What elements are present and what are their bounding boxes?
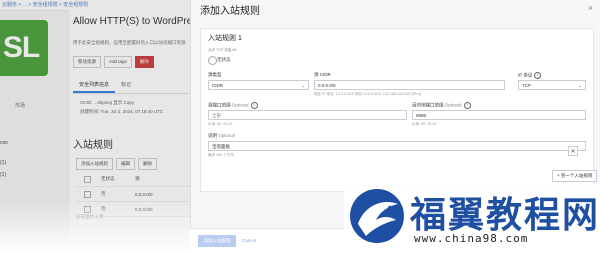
add-ingress-rules-button[interactable]: 添加入站规则	[198, 235, 236, 247]
src-port-label: 源端口范围 Optional i	[208, 102, 258, 109]
add-another-rule-button[interactable]: + 另一个入站规则	[552, 170, 598, 182]
remove-rule-button[interactable]: ✕	[568, 146, 578, 156]
description-label-text: 说明	[208, 133, 217, 138]
optional-tag: Optional	[444, 102, 462, 108]
cancel-button[interactable]: Cancel	[242, 235, 256, 247]
bird-logo-icon	[350, 189, 404, 243]
src-port-label-text: 源端口范围	[208, 102, 231, 108]
fade-overlay	[0, 200, 200, 252]
rule-title: 入站规则 1	[208, 35, 242, 42]
dst-port-input[interactable]: 9686	[412, 110, 586, 120]
watermark-url: www.china98.com	[414, 232, 529, 245]
background-page: 云服务 > ... > 安全组规则 > 安全组规则 SL 市场 ces (1) …	[0, 0, 200, 252]
description-label: 说明 Optional	[208, 133, 235, 139]
dst-port-label: 目的地端口范围 Optional i	[412, 102, 471, 109]
chevron-down-icon: ⌄	[578, 83, 582, 88]
ip-protocol-label: IP 协议 i	[518, 72, 542, 79]
src-port-hint: 示例: 80, 20-22	[208, 122, 233, 126]
ip-protocol-value: TCP	[522, 83, 531, 88]
source-cidr-input[interactable]: 0.0.0.0/0	[314, 80, 505, 90]
info-icon[interactable]: i	[250, 102, 258, 109]
source-type-select[interactable]: CIDR ⌄	[208, 80, 309, 90]
info-icon[interactable]: i	[463, 102, 471, 109]
close-icon[interactable]: ×	[586, 4, 595, 13]
info-icon[interactable]: i	[534, 72, 542, 79]
watermark-text: 福翼教程网	[410, 195, 600, 236]
source-type-label: 源类型	[208, 72, 222, 77]
dst-port-hint: 示例: 80, 20-22	[412, 122, 437, 126]
panel-title: 添加入站规则	[200, 6, 260, 17]
source-cidr-hint: 指定 IP 地址: 10.0.0.0/16 例如 10.0.0.0/16, 19…	[314, 92, 422, 96]
ip-protocol-label-text: IP 协议	[518, 72, 533, 78]
rule-hint: 允许 TCP 流量 80	[208, 48, 237, 52]
dst-port-label-text: 目的地端口范围	[412, 102, 444, 108]
watermark: 福翼教程网 www.china98.com	[344, 184, 600, 252]
description-hint: 最多 255 个字符	[208, 153, 234, 157]
stateless-toggle[interactable]	[208, 56, 217, 65]
stateless-label: 无状态	[217, 57, 231, 62]
ip-protocol-select[interactable]: TCP ⌄	[518, 80, 586, 90]
src-port-input[interactable]: 全部	[208, 110, 407, 120]
description-input[interactable]: 宝塔面板	[208, 141, 586, 151]
optional-tag: Optional	[218, 133, 236, 138]
optional-tag: Optional	[231, 102, 249, 108]
source-cidr-label: 源 CIDR	[314, 72, 331, 77]
chevron-down-icon: ⌄	[301, 83, 305, 88]
ingress-rule-card: 入站规则 1 允许 TCP 流量 80 无状态 源类型 CIDR ⌄ 源 CID…	[200, 28, 594, 192]
source-type-value: CIDR	[212, 83, 223, 88]
